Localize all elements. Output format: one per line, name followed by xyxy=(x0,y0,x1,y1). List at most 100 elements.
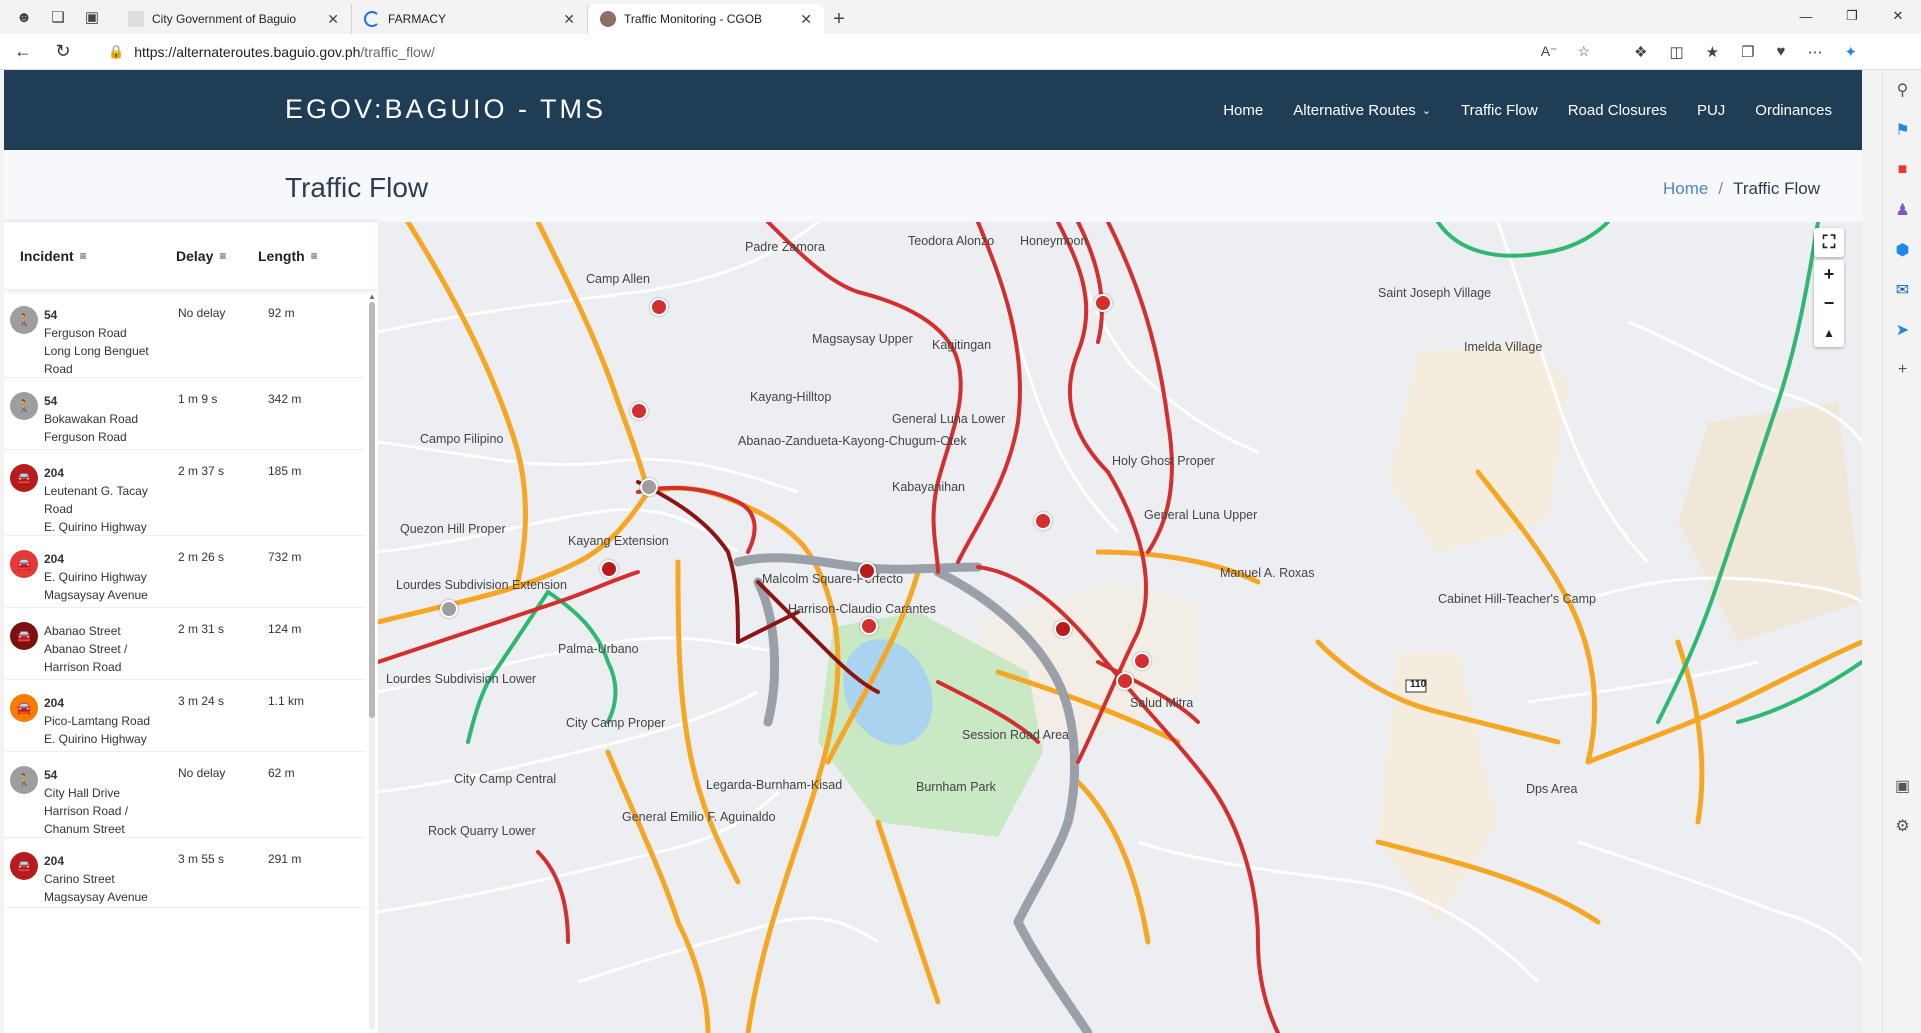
profile-icon[interactable]: ☻ xyxy=(14,7,34,27)
incident-text: 204 E. Quirino Highway Magsaysay Avenue xyxy=(44,550,174,607)
tab-actions-icon[interactable]: ▣ xyxy=(82,7,102,27)
nav-road-closures[interactable]: Road Closures xyxy=(1568,102,1667,119)
incident-text: 54 Ferguson Road Long Long Benguet Road xyxy=(44,306,174,377)
zoom-out-button[interactable]: − xyxy=(1814,289,1844,318)
outlook-icon[interactable]: ✉ xyxy=(1883,270,1921,310)
nav-alternative-routes[interactable]: Alternative Routes ⌄ xyxy=(1293,102,1431,119)
tab-traffic-monitoring[interactable]: Traffic Monitoring - CGOB ✕ xyxy=(588,4,824,34)
sort-incident-header[interactable]: Incident ≡ xyxy=(4,248,160,264)
site-brand[interactable]: EGOV:BAGUIO - TMS xyxy=(285,94,606,125)
incident-marker[interactable] xyxy=(1133,652,1151,670)
incident-road: E. Quirino Highway xyxy=(44,520,147,534)
sort-icon: ≡ xyxy=(219,248,227,263)
incident-marker[interactable] xyxy=(630,402,648,420)
header-label: Length xyxy=(258,247,305,264)
favorites-icon[interactable]: ★ xyxy=(1706,43,1719,61)
close-icon[interactable]: ✕ xyxy=(800,11,812,28)
close-icon[interactable]: ✕ xyxy=(563,11,575,28)
incident-marker[interactable] xyxy=(860,617,878,635)
incident-marker[interactable] xyxy=(650,298,668,316)
incident-row[interactable]: 🚘 204 E. Quirino Highway Magsaysay Avenue … xyxy=(4,536,364,608)
read-aloud-icon[interactable]: A⁻ xyxy=(1541,43,1558,60)
incident-length: 342 m xyxy=(268,392,302,406)
settings-icon[interactable]: ⚙ xyxy=(1883,806,1921,846)
microsoft-365-icon[interactable]: ⬢ xyxy=(1883,230,1921,270)
web-page: EGOV:BAGUIO - TMS Home Alternative Route… xyxy=(4,70,1862,1033)
refresh-icon[interactable]: ↻ xyxy=(46,35,80,69)
incident-marker[interactable] xyxy=(1116,672,1134,690)
incident-marker[interactable] xyxy=(600,560,618,578)
workspaces-icon[interactable]: ❏ xyxy=(48,7,68,27)
incident-road: Ferguson Road xyxy=(44,430,127,444)
map-place-label: Kayang-Hilltop xyxy=(750,390,832,404)
new-tab-button[interactable]: + xyxy=(824,4,854,34)
incident-marker[interactable] xyxy=(1054,620,1072,638)
incident-icon-wrap: 🚶 xyxy=(4,306,44,377)
copilot-icon[interactable]: ✦ xyxy=(1844,43,1857,61)
map-place-label: Honeymoon xyxy=(1020,234,1088,248)
incident-row[interactable]: 🚘 204 Carino Street Magsaysay Avenue 3 m 5… xyxy=(4,838,364,908)
incident-code: 54 xyxy=(44,394,58,408)
incident-road: Harrison Road / xyxy=(44,804,129,818)
scroll-thumb[interactable] xyxy=(369,302,375,718)
close-icon[interactable]: ✕ xyxy=(327,11,339,28)
incident-row[interactable]: 🚶 54 Bokawakan Road Ferguson Road 1 m 9 s … xyxy=(4,378,364,450)
incident-text: 204 Carino Street Magsaysay Avenue xyxy=(44,852,174,907)
map-place-label: Session Road Area xyxy=(962,728,1070,742)
incident-list[interactable]: 🚶 54 Ferguson Road Long Long Benguet Road N… xyxy=(4,292,364,1033)
incident-marker[interactable] xyxy=(1034,512,1052,530)
incident-row[interactable]: 🚘 204 Leutenant G. Tacay Road E. Quirino Hi… xyxy=(4,450,364,536)
incident-row[interactable]: 🚘 Abanao Street Abanao Street / Harrison R… xyxy=(4,608,364,680)
traffic-map[interactable]: 110 Padre Zamora Teodora Alonzo Honeymoon C… xyxy=(378,222,1862,1033)
incident-marker[interactable] xyxy=(440,600,458,618)
back-icon[interactable]: ← xyxy=(6,35,40,69)
browser-essentials-icon[interactable]: ♥ xyxy=(1777,43,1786,61)
map-place-label: Campo Filipino xyxy=(420,432,504,446)
extensions-icon[interactable]: ❖ xyxy=(1634,43,1647,61)
incident-marker[interactable] xyxy=(858,562,876,580)
add-icon[interactable]: + xyxy=(1883,350,1921,390)
incident-row[interactable]: 🚘 204 Pico-Lamtang Road E. Quirino Highway… xyxy=(4,680,364,752)
favorite-star-icon[interactable]: ☆ xyxy=(1577,43,1590,60)
more-icon[interactable]: ⋯ xyxy=(1807,43,1822,61)
nav-traffic-flow[interactable]: Traffic Flow xyxy=(1461,102,1538,119)
url-field[interactable]: 🔒 https://alternateroutes.baguio.gov.ph /… xyxy=(100,37,1604,66)
breadcrumb: Home / Traffic Flow xyxy=(1663,179,1820,199)
sort-delay-header[interactable]: Delay ≡ xyxy=(160,248,254,264)
incident-scrollbar[interactable]: ▲ xyxy=(367,292,376,1033)
send-icon[interactable]: ➤ xyxy=(1883,310,1921,350)
tab-city-government[interactable]: City Government of Baguio ✕ xyxy=(116,4,352,34)
nav-puj[interactable]: PUJ xyxy=(1697,102,1725,119)
scroll-up-icon[interactable]: ▲ xyxy=(368,292,376,301)
screenshot-icon[interactable]: ▣ xyxy=(1883,766,1921,806)
zoom-in-button[interactable]: + xyxy=(1814,260,1844,289)
map-place-label: Magsaysay Upper xyxy=(812,332,913,346)
minimize-icon[interactable]: — xyxy=(1783,0,1829,32)
tools-icon[interactable]: ■ xyxy=(1883,150,1921,190)
map-place-label: Legarda-Burnham-Kisad xyxy=(706,778,843,792)
sort-length-header[interactable]: Length ≡ xyxy=(254,248,364,264)
fullscreen-control[interactable]: ⛶ xyxy=(1814,228,1844,257)
tab-farmacy[interactable]: FARMACY ✕ xyxy=(352,4,588,34)
lock-icon[interactable]: 🔒 xyxy=(108,44,124,60)
games-icon[interactable]: ♟ xyxy=(1883,190,1921,230)
collections-icon[interactable]: ❐ xyxy=(1741,43,1754,61)
pedestrian-icon: 🚶 xyxy=(10,306,38,334)
page-title: Traffic Flow xyxy=(285,172,429,203)
nav-ordinances[interactable]: Ordinances xyxy=(1755,102,1832,119)
incident-row[interactable]: 🚶 54 City Hall Drive Harrison Road / Chanum… xyxy=(4,752,364,838)
incident-row[interactable]: 🚶 54 Ferguson Road Long Long Benguet Road N… xyxy=(4,292,364,378)
breadcrumb-home[interactable]: Home xyxy=(1663,179,1708,198)
compass-icon[interactable]: ▲ xyxy=(1814,318,1844,347)
incident-marker[interactable] xyxy=(1094,294,1112,312)
nav-home[interactable]: Home xyxy=(1223,102,1263,119)
restore-icon[interactable]: ❐ xyxy=(1829,0,1875,32)
shopping-tag-icon[interactable]: ⚑ xyxy=(1883,110,1921,150)
fullscreen-icon[interactable]: ⛶ xyxy=(1814,228,1844,257)
incident-marker[interactable] xyxy=(640,478,658,496)
incident-icon-wrap: 🚶 xyxy=(4,766,44,837)
close-window-icon[interactable]: ✕ xyxy=(1875,0,1921,32)
incident-length: 732 m xyxy=(268,550,302,564)
search-icon[interactable]: ⚲ xyxy=(1883,70,1921,110)
split-screen-icon[interactable]: ◫ xyxy=(1669,43,1683,61)
